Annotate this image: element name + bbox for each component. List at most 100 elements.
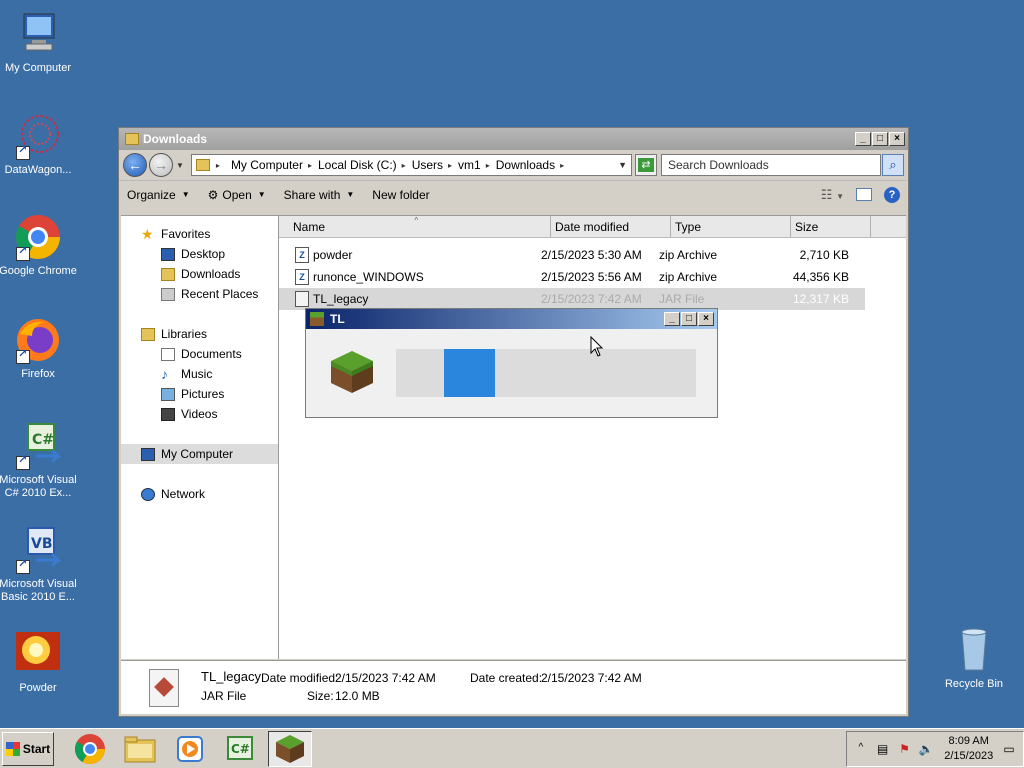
breadcrumb-users[interactable]: Users ▸ <box>412 158 452 172</box>
sort-up-icon: ^ <box>414 216 419 225</box>
desktop-icon-recycle-bin[interactable]: Recycle Bin <box>934 626 1014 691</box>
taskbar-visual-csharp[interactable]: C# <box>218 731 262 767</box>
nav-pictures[interactable]: Pictures <box>121 384 278 404</box>
taskbar-explorer[interactable] <box>118 731 162 767</box>
table-row[interactable]: Zpowder 2/15/2023 5:30 AM zip Archive 2,… <box>279 244 906 266</box>
taskbar-chrome[interactable] <box>68 731 112 767</box>
minimize-button[interactable]: _ <box>855 132 871 146</box>
svg-text:VB: VB <box>31 536 53 552</box>
search-icon[interactable]: ⌕ <box>882 154 904 176</box>
chevron-right-icon[interactable]: ▸ <box>216 161 220 170</box>
desktop-icon-firefox[interactable]: Firefox <box>0 316 78 381</box>
nav-videos[interactable]: Videos <box>121 404 278 424</box>
desktop-icon-powder[interactable]: Powder <box>0 630 78 695</box>
table-row-selected[interactable]: TL_legacy 2/15/2023 7:42 AM JAR File 12,… <box>279 288 865 310</box>
details-file-name: TL_legacy <box>201 669 261 684</box>
svg-text:C#: C# <box>32 432 54 448</box>
tl-titlebar[interactable]: TL _ □ × <box>306 309 717 329</box>
minimize-button[interactable]: _ <box>664 312 680 326</box>
nav-documents[interactable]: Documents <box>121 344 278 364</box>
nav-recent-places[interactable]: Recent Places <box>121 284 278 304</box>
nav-downloads[interactable]: Downloads <box>121 264 278 284</box>
close-button[interactable]: × <box>698 312 714 326</box>
address-row: ← → ▼ ▸ My Computer ▸ Local Disk (C:) ▸ Us… <box>119 150 908 180</box>
refresh-button[interactable]: ⇄ <box>635 154 657 176</box>
nav-my-computer[interactable]: My Computer <box>121 444 278 464</box>
table-row[interactable]: Zrunonce_WINDOWS 2/15/2023 5:56 AM zip A… <box>279 266 906 288</box>
media-player-icon <box>177 735 203 762</box>
breadcrumb-vm1[interactable]: vm1 ▸ <box>458 158 490 172</box>
desktop-icon-visual-csharp[interactable]: C# Microsoft Visual C# 2010 Ex... <box>0 422 78 500</box>
mouse-cursor-icon <box>590 336 604 357</box>
taskbar-tl-launcher[interactable] <box>268 730 312 767</box>
view-options-icon[interactable]: ☷ ▼ <box>821 187 844 203</box>
visual-csharp-icon: C# <box>227 735 253 760</box>
details-date-created-label: Date created: <box>470 671 543 685</box>
volume-icon[interactable]: 🔈 <box>918 742 934 756</box>
computer-icon <box>141 447 155 461</box>
forward-button[interactable]: → <box>149 153 173 177</box>
address-bar[interactable]: ▸ My Computer ▸ Local Disk (C:) ▸ Users ▸ v… <box>190 154 632 176</box>
desktop-icon <box>161 247 175 261</box>
breadcrumb-my-computer[interactable]: My Computer ▸ <box>231 158 312 172</box>
breadcrumb-local-disk[interactable]: Local Disk (C:) ▸ <box>318 158 406 172</box>
open-button[interactable]: ⚙ Open ▼ <box>208 188 266 202</box>
file-list: ^ Name Date modified Type Size Zpowder 2/… <box>279 216 906 659</box>
close-button[interactable]: × <box>889 132 905 146</box>
explorer-titlebar[interactable]: Downloads _ □ × <box>119 128 908 150</box>
desktop-icon-label: DataWagon... <box>4 164 72 176</box>
nav-network[interactable]: Network <box>121 484 278 504</box>
recycle-bin-icon <box>950 626 998 674</box>
progress-chunk <box>444 349 495 397</box>
maximize-button[interactable]: □ <box>872 132 888 146</box>
jar-file-icon <box>295 291 309 307</box>
visual-csharp-icon: C# <box>14 422 62 470</box>
nav-favorites[interactable]: ★ Favorites <box>121 224 278 244</box>
desktop-icon-visual-basic[interactable]: VB Microsoft Visual Basic 2010 E... <box>0 526 78 604</box>
show-desktop-icon[interactable]: ▭ <box>1001 742 1017 756</box>
network-tray-icon[interactable]: ▤ <box>875 742 891 756</box>
share-with-button[interactable]: Share with ▼ <box>284 188 355 202</box>
clock[interactable]: 8:09 AM 2/15/2023 <box>944 734 993 764</box>
column-size[interactable]: Size <box>791 216 871 237</box>
details-date-modified: 2/15/2023 7:42 AM <box>335 671 436 685</box>
computer-icon <box>14 10 62 58</box>
desktop-icon-datawagon[interactable]: DataWagon... <box>0 112 78 177</box>
breadcrumb-downloads[interactable]: Downloads ▸ <box>496 158 564 172</box>
command-bar: Organize ▼ ⚙ Open ▼ Share with ▼ New folder … <box>119 180 908 208</box>
desktop-icon-chrome[interactable]: Google Chrome <box>0 213 78 278</box>
address-dropdown-icon[interactable]: ▼ <box>618 160 627 170</box>
explorer-window[interactable]: Downloads _ □ × ← → ▼ ▸ My Computer ▸ Loc… <box>118 127 909 717</box>
desktop-icon-label: Recycle Bin <box>944 678 1004 690</box>
grass-block-icon <box>310 312 324 326</box>
recent-pages-dropdown[interactable]: ▼ <box>176 161 184 170</box>
explorer-body: ★ Favorites Desktop Downloads Recent Plac… <box>121 215 906 659</box>
organize-button[interactable]: Organize ▼ <box>127 188 190 202</box>
desktop-icon-label: Powder <box>19 682 57 694</box>
desktop-icon-my-computer[interactable]: My Computer <box>0 10 78 75</box>
tl-launcher-window[interactable]: TL _ □ × <box>305 308 718 418</box>
back-button[interactable]: ← <box>123 153 147 177</box>
start-button[interactable]: Start <box>2 731 54 766</box>
nav-music[interactable]: ♪ Music <box>121 364 278 384</box>
nav-desktop[interactable]: Desktop <box>121 244 278 264</box>
show-hidden-icons-button[interactable]: ^ <box>853 742 869 756</box>
taskbar-media-player[interactable] <box>168 731 212 767</box>
help-icon[interactable]: ? <box>884 186 900 203</box>
svg-text:C#: C# <box>231 742 250 756</box>
documents-icon <box>161 347 175 361</box>
action-center-icon[interactable]: ⚑ <box>897 742 913 756</box>
music-icon: ♪ <box>161 365 168 382</box>
maximize-button[interactable]: □ <box>681 312 697 326</box>
column-date-modified[interactable]: Date modified <box>551 216 671 237</box>
search-input[interactable]: Search Downloads <box>661 154 881 176</box>
desktop-icon-label: Firefox <box>21 368 55 380</box>
preview-pane-icon[interactable] <box>856 188 872 201</box>
navigation-pane: ★ Favorites Desktop Downloads Recent Plac… <box>121 216 279 659</box>
nav-libraries[interactable]: Libraries <box>121 324 278 344</box>
column-type[interactable]: Type <box>671 216 791 237</box>
column-name[interactable]: ^ Name <box>279 216 551 237</box>
new-folder-button[interactable]: New folder <box>372 188 429 202</box>
grass-block-icon <box>276 734 304 763</box>
jar-file-icon <box>149 669 179 707</box>
